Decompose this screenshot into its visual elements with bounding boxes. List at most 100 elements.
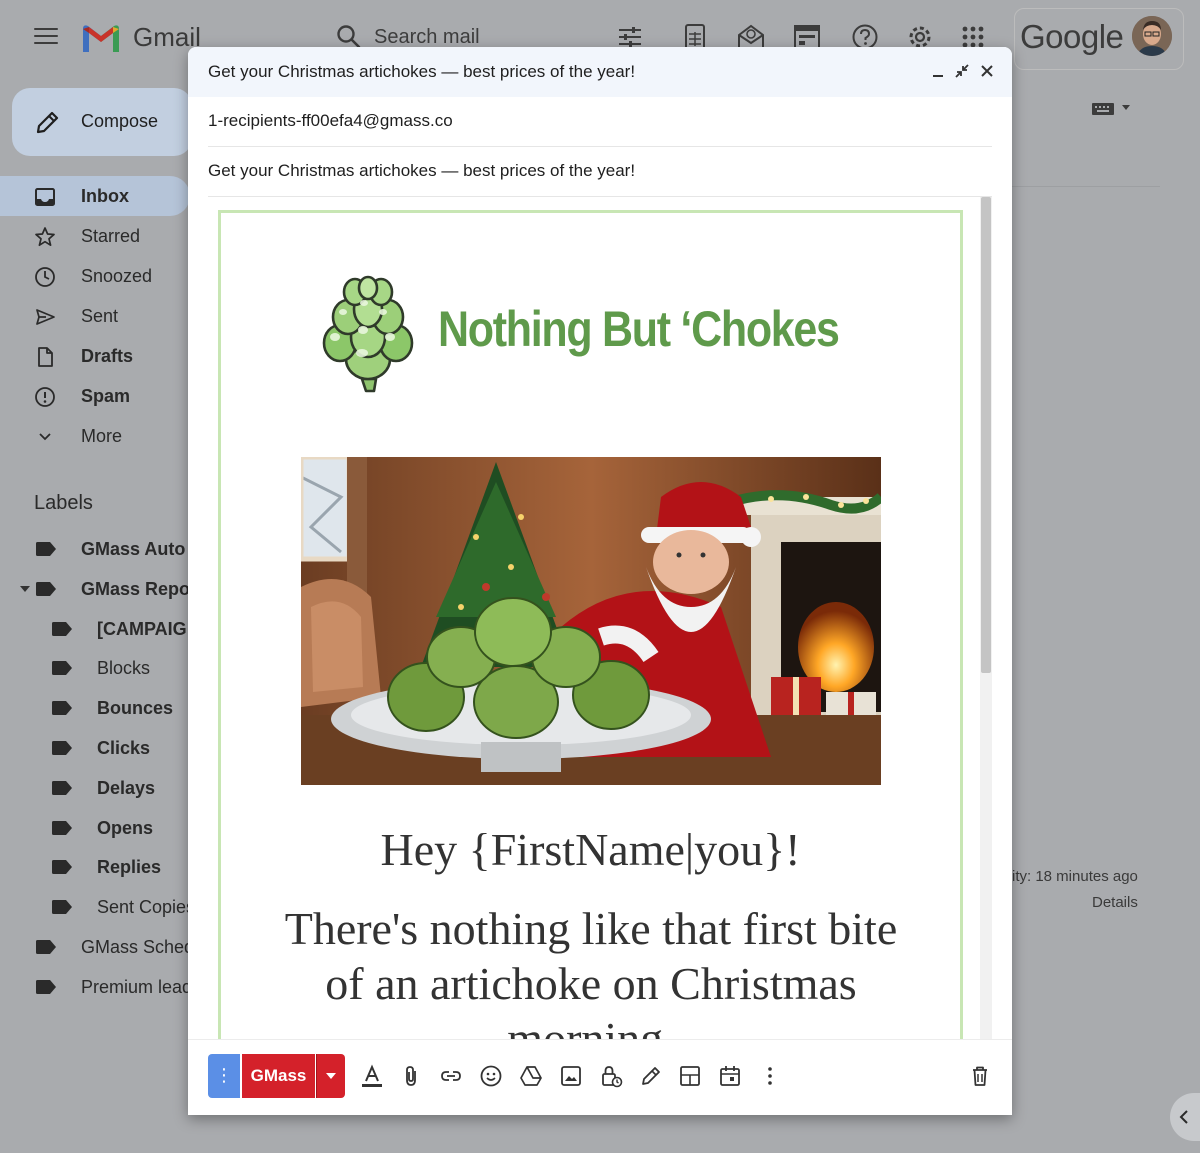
sidebar-item-starred[interactable]: Starred	[0, 216, 190, 256]
google-drive-icon[interactable]	[519, 1064, 543, 1088]
main-menu-icon[interactable]	[34, 28, 58, 46]
schedule-calendar-icon[interactable]	[718, 1064, 742, 1088]
clock-icon	[35, 267, 55, 287]
sidebar-item-spam[interactable]: Spam	[0, 376, 190, 416]
hero-image-santa-artichokes	[301, 457, 881, 785]
sidebar-label-text: [CAMPAIG	[97, 619, 187, 639]
label-tag-icon	[52, 781, 72, 795]
sidebar-label-item[interactable]: Premium lead	[0, 967, 200, 1007]
label-tag-icon	[36, 542, 56, 556]
label-tag-icon	[36, 980, 56, 994]
exit-fullscreen-icon[interactable]	[954, 63, 970, 79]
chevron-left-icon	[1179, 1110, 1188, 1124]
insert-link-icon[interactable]	[439, 1064, 463, 1088]
gmass-options-button[interactable]: ⋮	[208, 1054, 240, 1098]
email-template: Nothing But ‘Chokes Hey {FirstName|you}!…	[218, 210, 963, 1039]
sidebar-label-item[interactable]: Delays	[0, 768, 200, 808]
label-tag-icon	[52, 821, 72, 835]
close-icon[interactable]	[979, 63, 995, 79]
send-options-dropdown[interactable]	[316, 1054, 345, 1098]
search-input[interactable]: Search mail	[374, 26, 480, 49]
more-options-icon[interactable]	[758, 1064, 782, 1088]
sidebar-label-item[interactable]: Replies	[0, 847, 200, 887]
gmail-logo[interactable]	[80, 22, 122, 54]
discard-draft-trash-icon[interactable]	[968, 1064, 992, 1088]
formatting-options-icon[interactable]	[360, 1064, 384, 1088]
label-tag-icon	[52, 661, 72, 675]
chevron-down-icon	[39, 433, 51, 441]
inbox-icon	[35, 188, 55, 206]
sidebar-label-text: Delays	[97, 778, 156, 798]
sidebar-label-text: Blocks	[97, 658, 151, 678]
sidebar-label-text: GMass Repo	[81, 579, 191, 599]
send-icon	[36, 309, 55, 325]
divider	[1010, 186, 1160, 187]
details-link[interactable]: Details	[1092, 894, 1138, 911]
avatar[interactable]	[1132, 16, 1172, 56]
sidebar-label-text: Bounces	[97, 698, 174, 718]
compose-window-title: Get your Christmas artichokes — best pri…	[208, 62, 636, 81]
compose-button[interactable]: Compose	[12, 88, 192, 156]
last-activity-text: ity: 18 minutes ago	[1012, 868, 1138, 885]
sidebar-label-item[interactable]: GMass Sched	[0, 927, 200, 967]
brand-name: Nothing But ‘Chokes	[438, 301, 840, 357]
side-panel-toggle[interactable]	[1170, 1093, 1200, 1141]
label-tag-icon	[52, 741, 72, 755]
draft-icon	[38, 347, 53, 367]
sidebar-label-text: Opens	[97, 818, 154, 838]
greeting-heading: Hey {FirstName|you}!	[380, 824, 801, 875]
emoji-icon[interactable]	[479, 1064, 503, 1088]
layout-template-icon[interactable]	[678, 1064, 702, 1088]
sidebar-label-text: Clicks	[97, 738, 151, 758]
sidebar-item-snoozed[interactable]: Snoozed	[0, 256, 190, 296]
star-icon	[35, 227, 55, 247]
label-tag-icon	[52, 860, 72, 874]
sidebar-item-label: Snoozed	[81, 266, 153, 286]
sidebar-label-text: GMass Auto	[81, 539, 186, 559]
labels-heading: Labels	[34, 492, 93, 514]
sidebar-item-label: Starred	[81, 226, 141, 246]
gmass-send-button[interactable]: GMass	[242, 1054, 315, 1098]
label-tag-icon	[52, 900, 72, 914]
compose-label: Compose	[81, 111, 159, 131]
google-logo: Google	[1020, 18, 1124, 55]
sidebar-label-item[interactable]: GMass Repo	[0, 569, 200, 609]
sidebar-label-item[interactable]: Opens	[0, 808, 200, 848]
artichoke-logo-icon	[322, 275, 414, 393]
sidebar-label-text: Sent Copies	[97, 897, 196, 917]
insert-photo-icon[interactable]	[559, 1064, 583, 1088]
sidebar-item-label: Inbox	[81, 186, 129, 206]
sidebar-item-inbox[interactable]: Inbox	[0, 176, 190, 216]
pencil-icon	[36, 111, 59, 134]
recipients-field[interactable]: 1-recipients-ff00efa4@gmass.co	[208, 97, 992, 147]
sidebar-label-text: Replies	[97, 857, 162, 877]
sidebar-item-drafts[interactable]: Drafts	[0, 336, 190, 376]
label-tag-icon	[36, 582, 56, 596]
recipient-address: 1-recipients-ff00efa4@gmass.co	[208, 111, 453, 130]
sidebar-item-more[interactable]: More	[0, 416, 190, 456]
sidebar-item-label: Spam	[81, 386, 131, 406]
compose-window: Get your Christmas artichokes — best pri…	[188, 47, 1012, 1115]
message-body[interactable]: Nothing But ‘Chokes Hey {FirstName|you}!…	[208, 197, 992, 1039]
sidebar-label-item[interactable]: GMass Auto	[0, 529, 200, 569]
sidebar-item-sent[interactable]: Sent	[0, 296, 190, 336]
minimize-icon[interactable]	[930, 63, 946, 79]
sidebar-label-item[interactable]: [CAMPAIG	[0, 609, 200, 649]
signature-pen-icon[interactable]	[639, 1064, 663, 1088]
sidebar-label-item[interactable]: Blocks	[0, 648, 200, 688]
compose-toolbar: ⋮ GMass	[188, 1039, 1012, 1115]
compose-header[interactable]: Get your Christmas artichokes — best pri…	[188, 47, 1012, 97]
scrollbar-thumb[interactable]	[981, 197, 991, 673]
confidential-mode-icon[interactable]	[599, 1064, 623, 1088]
label-tag-icon	[52, 622, 72, 636]
sidebar-label-item[interactable]: Clicks	[0, 728, 200, 768]
attach-file-icon[interactable]	[399, 1064, 423, 1088]
sidebar-item-label: More	[81, 426, 123, 446]
subject-field[interactable]: Get your Christmas artichokes — best pri…	[208, 147, 992, 197]
sidebar-label-text: GMass Sched	[81, 937, 195, 957]
keyboard-icon[interactable]	[1092, 100, 1134, 118]
subject-text: Get your Christmas artichokes — best pri…	[208, 161, 636, 180]
sidebar-label-item[interactable]: Bounces	[0, 688, 200, 728]
sidebar-label-item[interactable]: Sent Copies	[0, 887, 200, 927]
email-body-text: There's nothing like that first bite of …	[284, 903, 898, 1039]
